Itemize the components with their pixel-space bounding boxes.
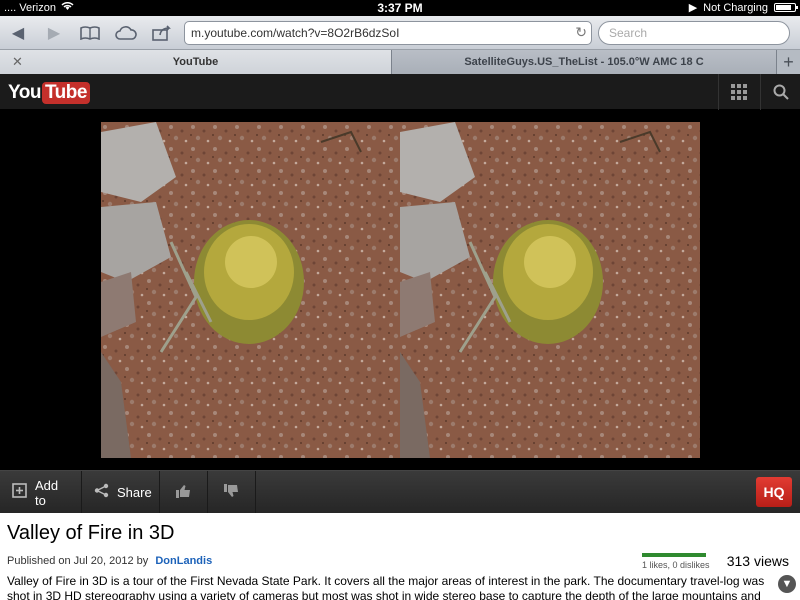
video-player[interactable]: [0, 110, 800, 470]
status-bar: .... Verizon 3:37 PM ▶ Not Charging: [0, 0, 800, 16]
battery-icon: [774, 3, 798, 12]
share-icon: [94, 483, 109, 502]
icloud-tabs-icon[interactable]: [114, 22, 138, 44]
charging-label: Not Charging: [703, 1, 768, 14]
tab-satelliteguys[interactable]: SatelliteGuys.US_TheList - 105.0°W AMC 1…: [392, 50, 776, 74]
play-status-icon: ▶: [688, 2, 698, 14]
video-frame-left: [101, 122, 401, 458]
bookmarks-icon[interactable]: [78, 22, 102, 44]
video-action-bar: Add to Share HQ: [0, 470, 800, 514]
search-input[interactable]: Search: [598, 21, 790, 45]
share-action-icon[interactable]: [150, 22, 174, 44]
add-icon: [12, 483, 27, 502]
forward-icon[interactable]: ▶: [42, 22, 66, 44]
expand-description-icon[interactable]: ▼: [778, 575, 796, 593]
likes-meter: 1 likes, 0 dislikes: [642, 553, 710, 570]
published-line: Published on Jul 20, 2012 by DonLandis: [7, 555, 212, 567]
likes-text: 1 likes, 0 dislikes: [642, 560, 710, 570]
thumbs-down-icon: [224, 483, 239, 502]
view-count: 313 views: [726, 553, 789, 569]
page: .... Verizon 3:37 PM ▶ Not Charging ◀ ▶ …: [0, 0, 800, 600]
published-date: Jul 20, 2012: [73, 555, 134, 567]
tab-label: SatelliteGuys.US_TheList - 105.0°W AMC 1…: [464, 56, 704, 68]
close-icon[interactable]: ✕: [12, 54, 23, 70]
hq-button[interactable]: HQ: [756, 477, 792, 507]
back-icon[interactable]: ◀: [6, 22, 30, 44]
reload-icon[interactable]: ↻: [575, 24, 587, 41]
share-label: Share: [117, 485, 152, 500]
share-button[interactable]: Share: [82, 471, 160, 514]
published-label: Published on: [7, 555, 71, 567]
url-text: m.youtube.com/watch?v=8O2rB6dzSoI: [191, 26, 400, 40]
logo-tube: Tube: [41, 82, 90, 104]
new-tab-icon[interactable]: +: [776, 50, 800, 74]
tab-bar: ✕ YouTube SatelliteGuys.US_TheList - 105…: [0, 50, 800, 74]
dislike-button[interactable]: [208, 471, 256, 514]
clock: 3:37 PM: [377, 1, 423, 15]
tab-label: YouTube: [172, 56, 219, 68]
tab-youtube[interactable]: ✕ YouTube: [0, 50, 392, 74]
video-frame-right: [400, 122, 700, 458]
by-label: by: [136, 555, 149, 567]
video-info: Valley of Fire in 3D Published on Jul 20…: [0, 513, 800, 600]
guide-grid-icon[interactable]: [718, 74, 758, 110]
author-link[interactable]: DonLandis: [155, 555, 212, 567]
thumbs-up-icon: [176, 484, 191, 502]
add-to-button[interactable]: Add to: [0, 471, 82, 514]
youtube-logo[interactable]: You Tube: [8, 82, 90, 104]
search-icon[interactable]: [760, 74, 800, 110]
like-button[interactable]: [160, 471, 208, 514]
browser-toolbar: ◀ ▶ m.youtube.com/watch?v=8O2rB6dzSoI ↻ …: [0, 16, 800, 50]
video-title: Valley of Fire in 3D: [7, 522, 175, 544]
url-input[interactable]: m.youtube.com/watch?v=8O2rB6dzSoI ↻: [184, 21, 592, 45]
like-ratio-bar: [642, 553, 706, 557]
add-to-label: Add to: [35, 477, 59, 508]
video-description: Valley of Fire in 3D is a tour of the Fi…: [7, 574, 765, 600]
logo-you: You: [8, 82, 41, 103]
youtube-header: You Tube: [0, 74, 800, 110]
